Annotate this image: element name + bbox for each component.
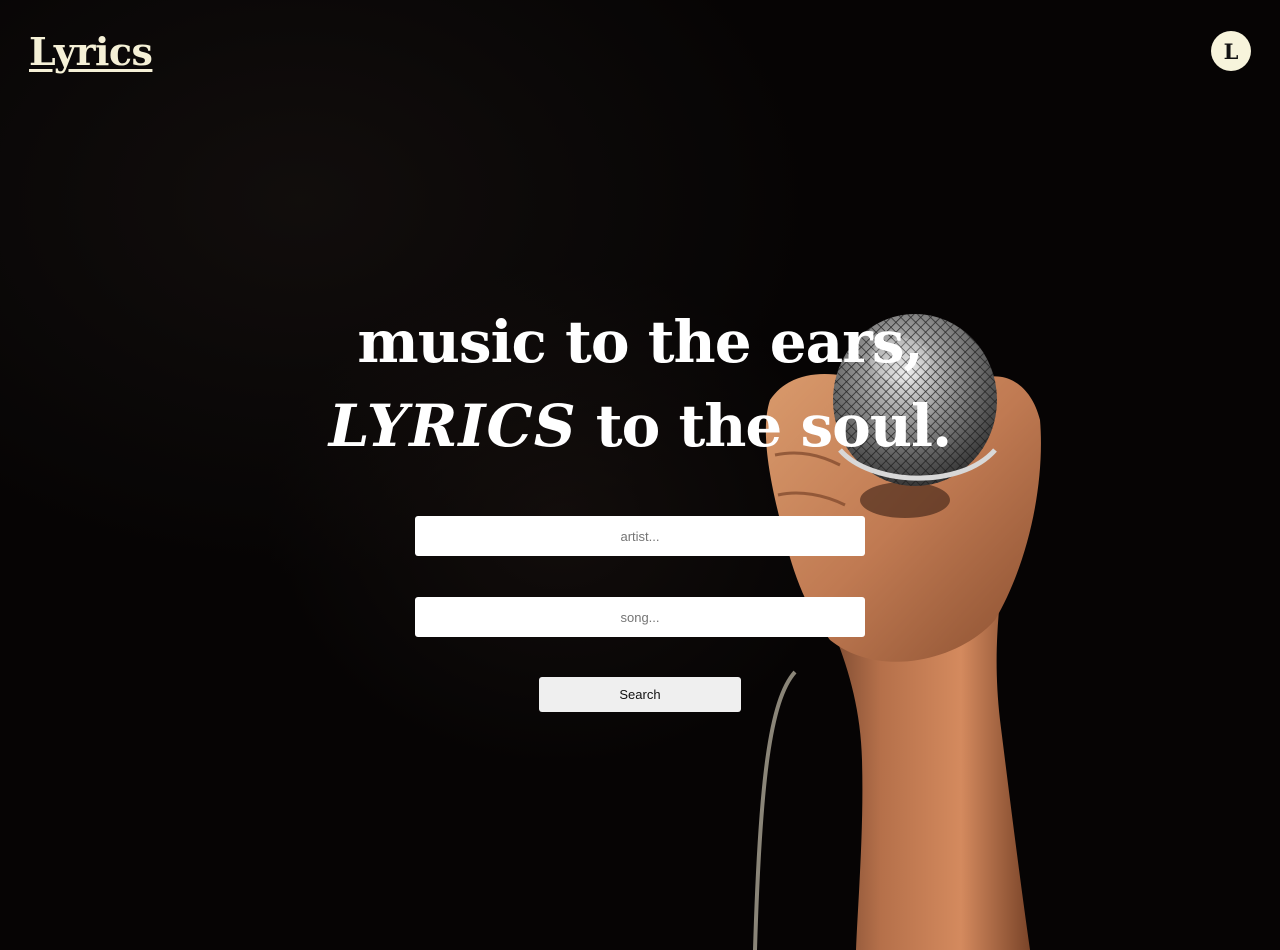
site-logo[interactable]: Lyrics [29,28,153,76]
landing-page: Lyrics L music to the ears, LYRICS to th… [0,0,1280,950]
artist-input[interactable] [415,516,865,556]
hero-tagline: music to the ears, LYRICS to the soul. [240,300,1040,468]
user-avatar[interactable]: L [1211,31,1251,71]
hero-line-1: music to the ears, [357,308,923,376]
hero-line-2-rest: to the soul. [576,392,952,460]
hero-line-2: LYRICS to the soul. [240,384,1040,468]
search-button[interactable]: Search [539,677,741,712]
song-input[interactable] [415,597,865,637]
microphone-background-image [753,314,1041,950]
hero-lyrics-emphasis: LYRICS [328,392,577,460]
